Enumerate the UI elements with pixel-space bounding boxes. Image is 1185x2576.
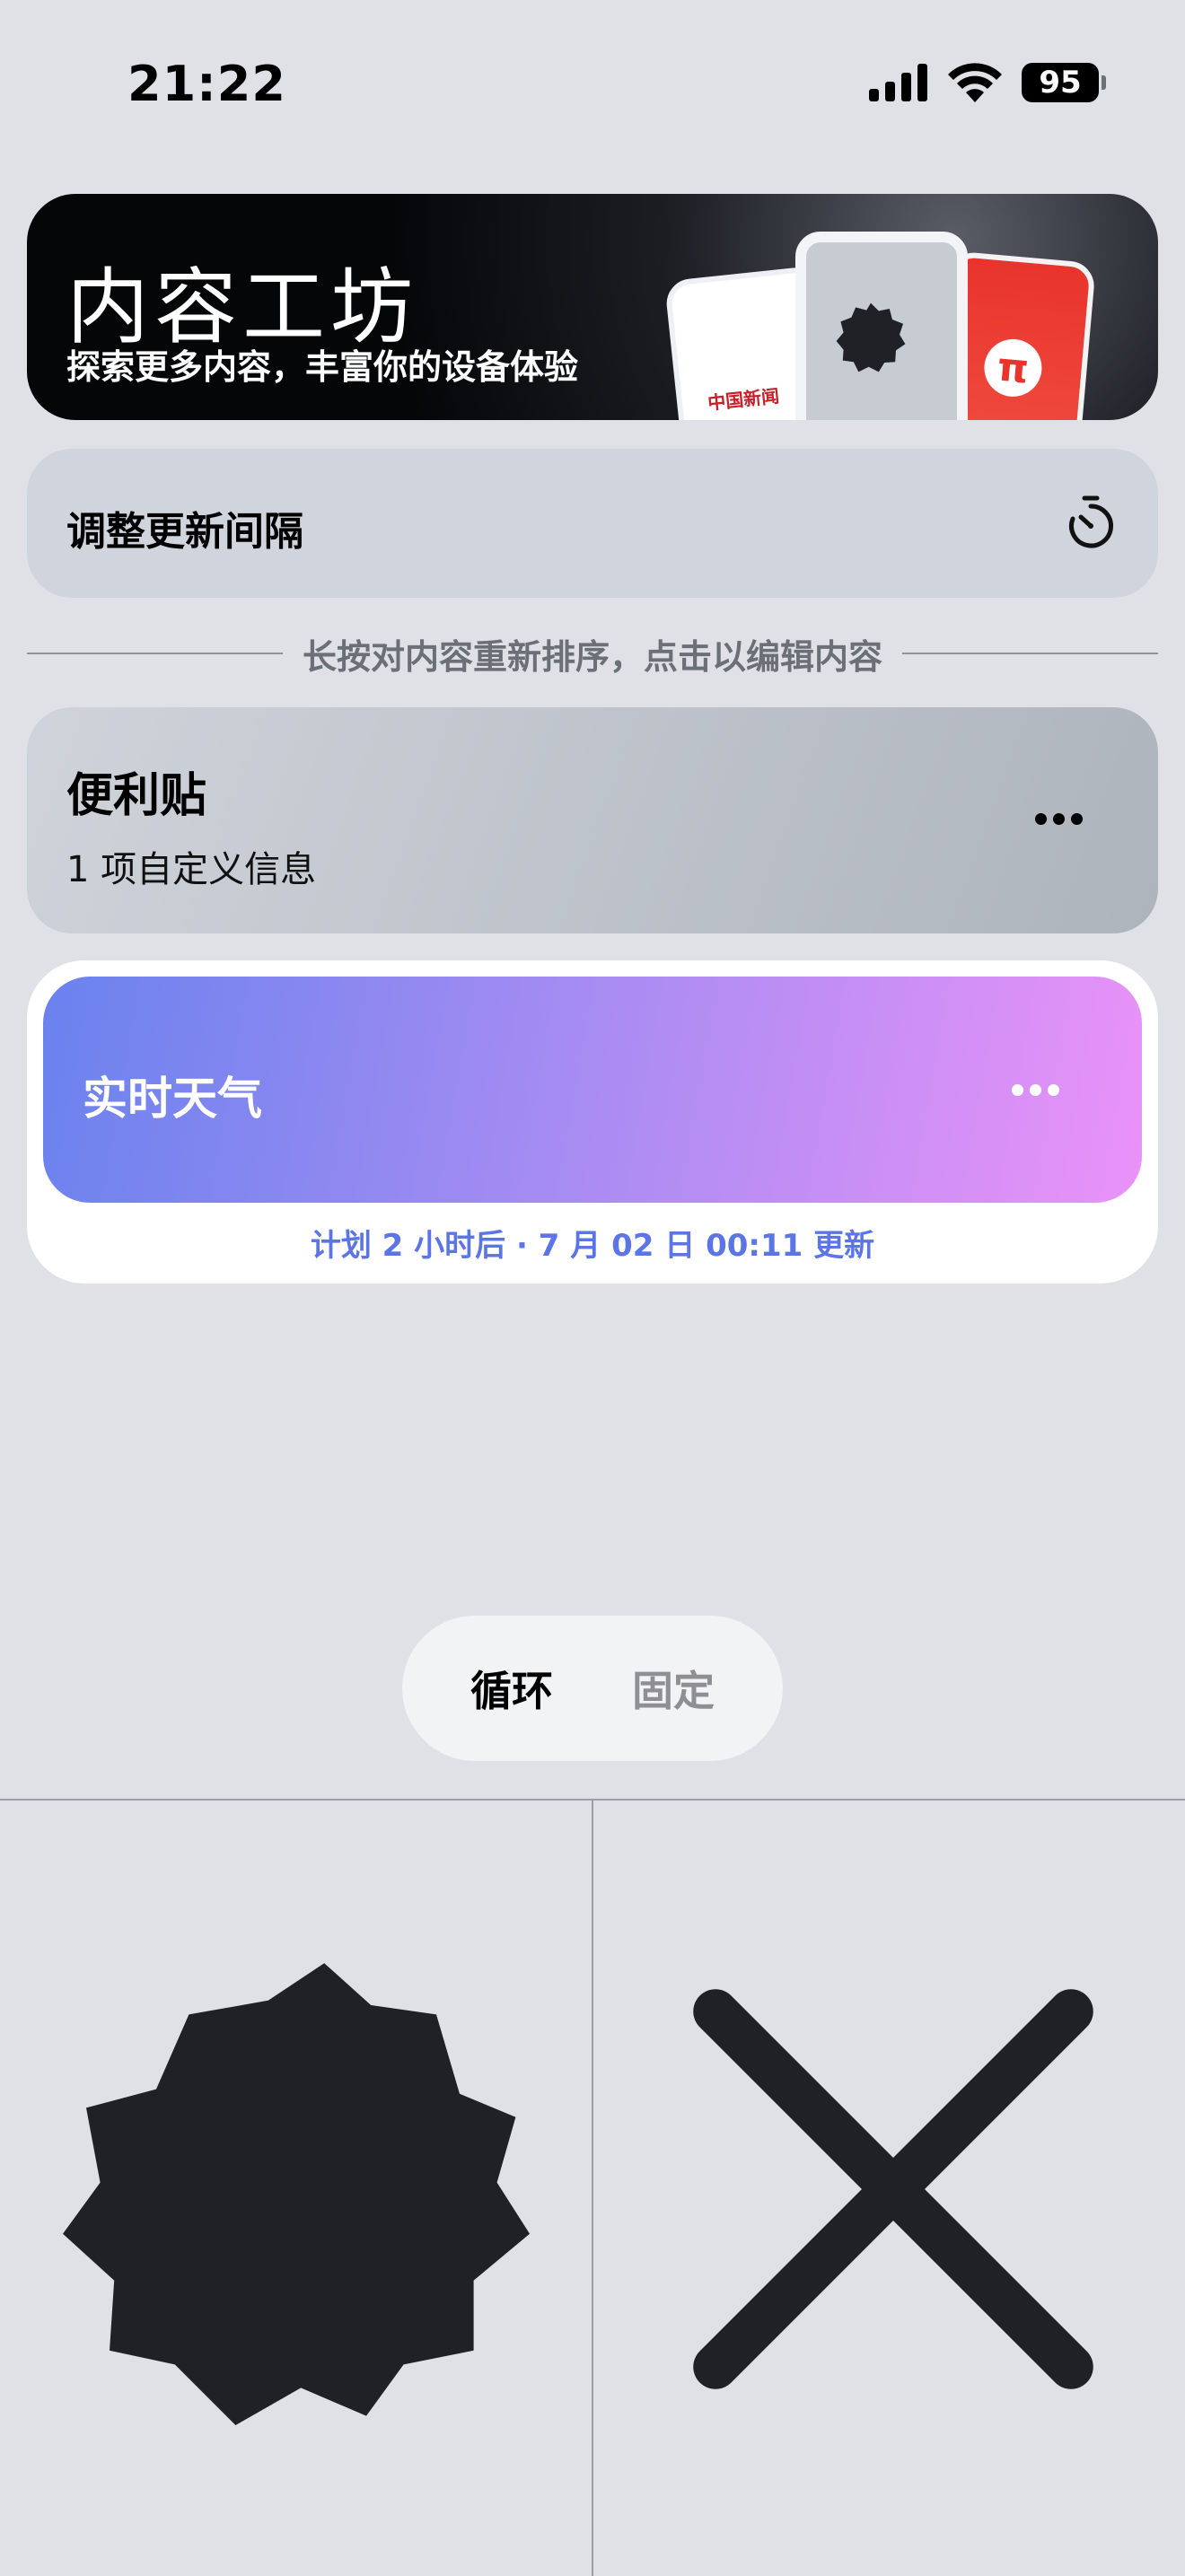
pi-icon: π (981, 337, 1045, 399)
battery-level: 95 (1039, 65, 1082, 101)
card-brand-text: 中国新闻 (707, 384, 781, 415)
reorder-hint-text: 长按对内容重新排序，点击以编辑内容 (303, 636, 883, 677)
close-x-icon[interactable] (691, 1987, 1095, 2391)
reorder-hint-divider: 长按对内容重新排序，点击以编辑内容 (27, 626, 1159, 680)
weather-title: 实时天气 (83, 1073, 262, 1125)
preview-card-badge (795, 232, 968, 420)
hero-banner[interactable]: 内容工坊 探索更多内容，丰富你的设备体验 中国新闻 π (27, 194, 1158, 420)
more-icon[interactable] (1012, 1084, 1059, 1096)
weather-card[interactable]: 实时天气 (43, 977, 1142, 1203)
sticky-note-subtitle: 1 项自定义信息 (66, 849, 317, 890)
panel-divider (592, 1801, 593, 2576)
hero-subtitle: 探索更多内容，丰富你的设备体验 (66, 347, 579, 387)
mode-segmented-control: 循环 固定 (402, 1616, 783, 1761)
sticky-note-title: 便利贴 (66, 769, 207, 823)
status-indicators: 95 (869, 63, 1106, 102)
badge-shape-icon[interactable] (63, 1958, 530, 2425)
more-icon[interactable] (1035, 813, 1083, 825)
badge-shape-icon (836, 302, 906, 372)
status-time: 21:22 (127, 56, 286, 112)
update-interval-label: 调整更新间隔 (66, 509, 303, 555)
segment-loop[interactable]: 循环 (470, 1659, 553, 1718)
divider-line-left (27, 653, 283, 654)
weather-update-note: 计划 2 小时后 · 7 月 02 日 00:11 更新 (310, 1228, 875, 1264)
update-interval-row[interactable]: 调整更新间隔 (27, 449, 1158, 598)
sticky-note-card[interactable]: 便利贴 1 项自定义信息 (27, 707, 1158, 933)
weather-card-container: 实时天气 计划 2 小时后 · 7 月 02 日 00:11 更新 (27, 960, 1158, 1284)
wifi-icon (948, 63, 1002, 102)
cellular-signal-icon (869, 64, 927, 101)
divider-line-right (902, 653, 1159, 654)
segment-fixed[interactable]: 固定 (632, 1659, 715, 1718)
timer-icon (1069, 495, 1113, 548)
battery-icon: 95 (1022, 63, 1106, 102)
bottom-action-panel (0, 1799, 1185, 2576)
